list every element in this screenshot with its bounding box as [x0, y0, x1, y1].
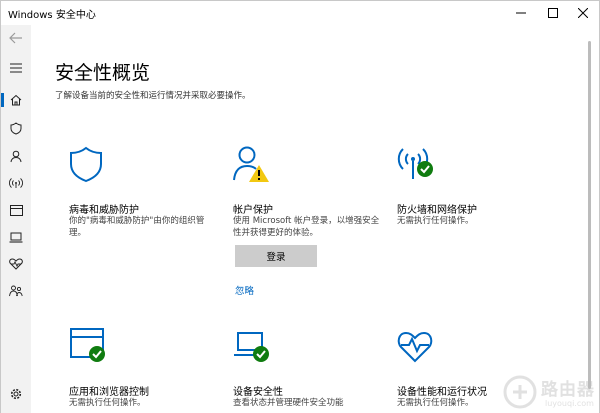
- laptop-icon: [234, 332, 269, 362]
- app-browser-icon: [70, 328, 105, 362]
- title-bar: Windows 安全中心: [1, 1, 599, 25]
- tile-description: 使用 Microsoft 帐户登录，以增强安全性并获得更好的体验。: [233, 216, 380, 238]
- vertical-scrollbar[interactable]: [587, 31, 593, 395]
- close-button[interactable]: [567, 1, 599, 25]
- back-button[interactable]: [1, 25, 31, 51]
- main-content: 安全性概览 了解设备当前的安全性和运行情况并采取必要操作。 病毒和威胁防护 你的…: [31, 25, 599, 413]
- maximize-icon: [548, 8, 558, 18]
- laptop-icon: [9, 232, 23, 243]
- app-window: Windows 安全中心 安全性概览 了解设备当前的安全性和运行情况并采取必要操…: [0, 0, 600, 413]
- nav-virus-protection[interactable]: [1, 115, 31, 141]
- close-icon: [578, 8, 588, 18]
- dismiss-link[interactable]: 忽略: [235, 283, 254, 297]
- shield-icon: [10, 121, 22, 135]
- heart-pulse-icon: [397, 331, 433, 363]
- menu-button[interactable]: [1, 55, 31, 81]
- tile-title: 设备性能和运行状况: [397, 387, 487, 398]
- nav-home[interactable]: [1, 87, 31, 113]
- sign-in-button[interactable]: 登录: [235, 245, 317, 267]
- nav-app-browser[interactable]: [1, 197, 31, 223]
- nav-device-performance[interactable]: [1, 251, 31, 277]
- tile-description: 无需执行任何操作。: [397, 216, 474, 226]
- nav-device-security[interactable]: [1, 224, 31, 250]
- window-title: Windows 安全中心: [8, 10, 96, 21]
- back-arrow-icon: [9, 32, 22, 44]
- heart-pulse-icon: [9, 258, 23, 270]
- router-logo-icon: [503, 375, 537, 409]
- watermark-logo: 路由器 luyouqi.com: [501, 373, 599, 413]
- nav-settings[interactable]: [1, 381, 31, 407]
- tile-description: 无需执行任何操作。: [69, 398, 146, 408]
- minimize-icon: [516, 12, 526, 14]
- scrollbar-thumb[interactable]: [588, 41, 591, 389]
- navigation-rail: [1, 25, 31, 413]
- tile-title: 帐户保护: [233, 205, 273, 216]
- person-icon: [10, 150, 22, 162]
- tile-title: 防火墙和网络保护: [397, 205, 477, 216]
- browser-window-icon: [9, 204, 23, 216]
- minimize-button[interactable]: [505, 1, 537, 25]
- family-icon: [9, 285, 23, 297]
- watermark-url: luyouqi.com: [545, 399, 594, 408]
- page-subtitle: 了解设备当前的安全性和运行情况并采取必要操作。: [55, 91, 251, 101]
- hamburger-icon: [10, 63, 22, 73]
- firewall-network-icon: [397, 148, 433, 179]
- account-warning-icon: [233, 146, 269, 182]
- home-icon: [10, 94, 22, 106]
- tile-title: 设备安全性: [233, 387, 283, 398]
- maximize-button[interactable]: [537, 1, 569, 25]
- gear-icon: [10, 388, 22, 400]
- nav-firewall[interactable]: [1, 170, 31, 196]
- wireless-icon: [9, 178, 23, 188]
- nav-family-options[interactable]: [1, 278, 31, 304]
- tile-title: 应用和浏览器控制: [69, 387, 149, 398]
- shield-icon: [70, 146, 102, 183]
- tile-title: 病毒和威胁防护: [69, 205, 139, 216]
- tile-description: 你的"病毒和威胁防护"由你的组织管理。: [69, 216, 205, 238]
- page-title: 安全性概览: [55, 62, 151, 84]
- tile-description: 查看状态并管理硬件安全功能: [233, 398, 344, 408]
- nav-account-protection[interactable]: [1, 143, 31, 169]
